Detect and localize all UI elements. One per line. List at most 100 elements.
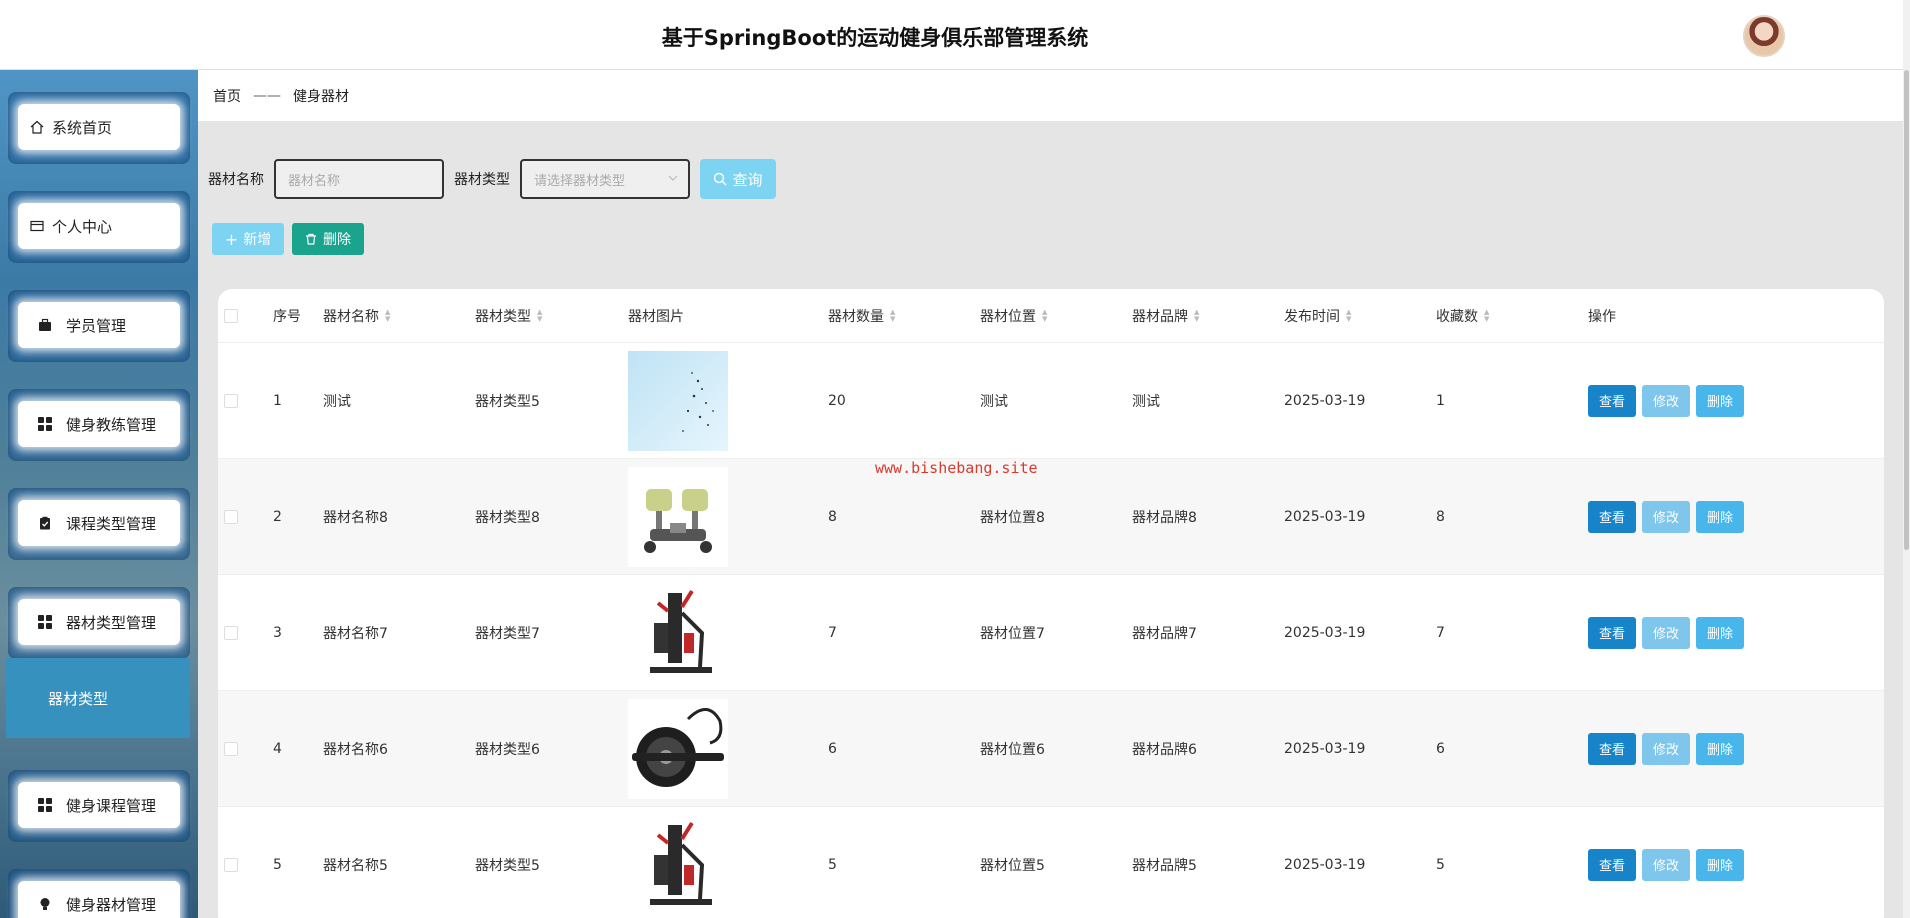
equipment-location: 测试 [980, 393, 1008, 410]
sidebar-item-label: 健身课程管理 [66, 796, 157, 815]
column-header[interactable]: 器材位置 ▲ ▼ [980, 289, 1047, 342]
row-checkbox[interactable] [224, 857, 238, 872]
select-all-cell [224, 289, 238, 342]
sidebar-item-label: 学员管理 [66, 316, 127, 335]
equipment-quantity: 6 [828, 740, 837, 757]
table-row: 4 器材名称6 器材类型6 6 器材位置6 器材品牌6 2025-03-19 6 查看 修改 删除 [218, 691, 1884, 807]
column-header-label: 器材类型 [475, 308, 531, 325]
add-button[interactable]: + 新增 [212, 223, 284, 255]
edit-button[interactable]: 修改 [1642, 732, 1690, 765]
view-button[interactable]: 查看 [1588, 616, 1636, 649]
sidebar-item-home[interactable]: 系统首页 [8, 92, 190, 164]
select-all-checkbox[interactable] [224, 308, 238, 323]
equipment-name: 器材名称8 [323, 509, 388, 526]
row-checkbox[interactable] [224, 509, 238, 524]
type-select-placeholder: 请选择器材类型 [534, 173, 626, 189]
table-header: 序号 器材名称 ▲ ▼ 器材类型 ▲ ▼ 器材图片 器材数量 ▲ ▼ 器材位置 ▲ ▼ 器材品牌… [218, 289, 1884, 343]
row-actions: 查看 修改 删除 [1588, 807, 1750, 918]
view-button[interactable]: 查看 [1588, 500, 1636, 533]
column-header: 操作 [1588, 308, 1616, 325]
sort-icon: ▲ ▼ [890, 307, 896, 323]
equipment-image [628, 691, 728, 806]
name-search-input[interactable]: 器材名称 [274, 159, 444, 199]
edit-button[interactable]: 修改 [1642, 616, 1690, 649]
sidebar-item-courses[interactable]: 健身课程管理 [8, 770, 190, 842]
grid-icon [38, 798, 52, 812]
row-actions: 查看 修改 删除 [1588, 343, 1750, 458]
publish-date: 2025-03-19 [1284, 508, 1366, 525]
sidebar-item-course-types[interactable]: 课程类型管理 [8, 488, 190, 560]
favorite-count: 8 [1436, 508, 1445, 525]
equipment-image [628, 807, 728, 918]
row-checkbox[interactable] [224, 741, 238, 756]
favorite-count: 7 [1436, 624, 1445, 641]
sidebar-item-equipment-types[interactable]: 器材类型管理 [8, 587, 190, 659]
equipment-quantity: 5 [828, 856, 837, 873]
action-bar: + 新增 删除 [212, 223, 364, 255]
column-header-label: 器材位置 [980, 308, 1036, 325]
column-header[interactable]: 器材名称 ▲ ▼ [323, 289, 390, 342]
equipment-brand: 器材品牌5 [1132, 857, 1197, 874]
user-avatar[interactable] [1743, 15, 1785, 57]
grid-icon [38, 615, 52, 629]
row-index: 3 [273, 624, 282, 641]
sort-icon: ▲ ▼ [1194, 307, 1200, 323]
edit-button[interactable]: 修改 [1642, 500, 1690, 533]
query-button-label: 查询 [732, 170, 763, 189]
edit-button[interactable]: 修改 [1642, 384, 1690, 417]
delete-button[interactable]: 删除 [1696, 384, 1744, 417]
sidebar-item-personal-center[interactable]: 个人中心 [8, 191, 190, 263]
view-button[interactable]: 查看 [1588, 848, 1636, 881]
sidebar-item-equipment[interactable]: 健身器材管理 [8, 869, 190, 918]
equipment-name: 器材名称6 [323, 741, 388, 758]
breadcrumb-separator: —— [253, 88, 281, 104]
edit-button[interactable]: 修改 [1642, 848, 1690, 881]
sidebar-item-coaches[interactable]: 健身教练管理 [8, 389, 190, 461]
row-index: 2 [273, 508, 282, 525]
view-button[interactable]: 查看 [1588, 384, 1636, 417]
equipment-name: 器材名称7 [323, 625, 388, 642]
column-header[interactable]: 发布时间 ▲ ▼ [1284, 289, 1351, 342]
chevron-down-icon [668, 172, 678, 187]
breadcrumb-home[interactable]: 首页 [213, 86, 241, 106]
batch-delete-button[interactable]: 删除 [292, 223, 364, 255]
row-actions: 查看 修改 删除 [1588, 459, 1750, 574]
row-checkbox[interactable] [224, 393, 238, 408]
equipment-location: 器材位置7 [980, 625, 1045, 642]
row-index: 1 [273, 392, 282, 409]
page-scrollbar[interactable] [1903, 0, 1910, 918]
card-icon [30, 219, 44, 233]
submenu-item-equipment-type[interactable]: 器材类型 [6, 658, 190, 738]
row-checkbox[interactable] [224, 625, 238, 640]
publish-date: 2025-03-19 [1284, 740, 1366, 757]
delete-button[interactable]: 删除 [1696, 848, 1744, 881]
row-index: 5 [273, 856, 282, 873]
equipment-quantity: 20 [828, 392, 846, 409]
top-header: 基于SpringBoot的运动健身俱乐部管理系统 [0, 0, 1910, 70]
view-button[interactable]: 查看 [1588, 732, 1636, 765]
column-header[interactable]: 收藏数 ▲ ▼ [1436, 289, 1489, 342]
delete-button[interactable]: 删除 [1696, 500, 1744, 533]
search-bar: 器材名称 器材名称 器材类型 请选择器材类型 查询 [208, 159, 776, 199]
equipment-name: 器材名称5 [323, 857, 388, 874]
watermark-text: www.bishebang.site [875, 459, 1038, 477]
column-header[interactable]: 器材品牌 ▲ ▼ [1132, 289, 1199, 342]
sidebar-item-members[interactable]: 学员管理 [8, 290, 190, 362]
batch-delete-label: 删除 [323, 232, 351, 248]
briefcase-icon [38, 318, 52, 332]
type-select[interactable]: 请选择器材类型 [520, 159, 690, 199]
query-button[interactable]: 查询 [700, 159, 776, 199]
sort-icon: ▲ ▼ [1484, 307, 1490, 323]
delete-button[interactable]: 删除 [1696, 732, 1744, 765]
favorite-count: 1 [1436, 392, 1445, 409]
publish-date: 2025-03-19 [1284, 856, 1366, 873]
row-select-cell [224, 807, 238, 918]
scrollbar-thumb[interactable] [1904, 70, 1909, 550]
sort-icon: ▲ ▼ [537, 307, 543, 323]
column-header-label: 发布时间 [1284, 308, 1340, 325]
equipment-type: 器材类型5 [475, 857, 540, 874]
column-header[interactable]: 器材类型 ▲ ▼ [475, 289, 542, 342]
equipment-brand: 器材品牌7 [1132, 625, 1197, 642]
delete-button[interactable]: 删除 [1696, 616, 1744, 649]
column-header[interactable]: 器材数量 ▲ ▼ [828, 289, 895, 342]
